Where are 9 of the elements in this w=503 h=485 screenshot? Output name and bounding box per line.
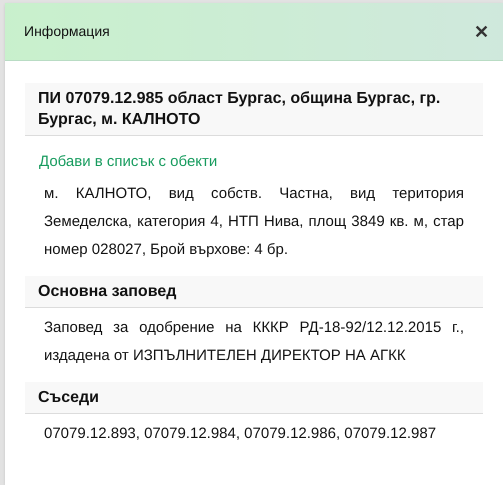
dialog-title: Информация bbox=[24, 22, 110, 41]
section-heading: ПИ 07079.12.985 област Бургас, община Бургас, гр. Бургас, м. КАЛНОТО bbox=[25, 83, 483, 136]
add-to-list-link[interactable]: Добави в списък с обекти bbox=[39, 152, 218, 172]
info-paragraph: Заповед за одобрение на КККР РД-18-92/12.12.2015 г., издадена от ИЗПЪЛНИТЕЛЕН ДИРЕКТОР НА АГКК bbox=[43, 318, 465, 366]
section-heading: Съседи bbox=[25, 382, 483, 414]
section-heading: Основна заповед bbox=[25, 276, 483, 308]
info-paragraph: 07079.12.893, 07079.12.984, 07079.12.986, 07079.12.987 bbox=[43, 424, 438, 444]
info-paragraph: м. КАЛНОТО, вид собств. Частна, вид територия Земеделска, категория 4, НТП Нива, площ 3849 кв. м, стар номер 028027, Брой върхове: 4 бр. bbox=[43, 184, 465, 260]
close-button[interactable]: ✕ bbox=[470, 22, 493, 40]
